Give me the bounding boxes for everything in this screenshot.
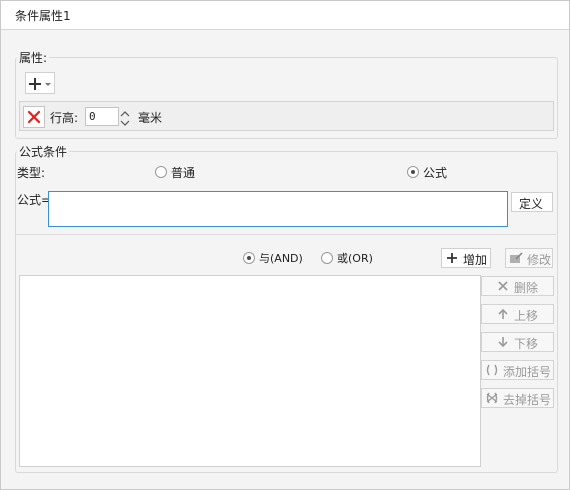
- tab-condition-attribute[interactable]: 条件属性1: [15, 7, 71, 24]
- delete-label: 删除: [514, 281, 539, 295]
- type-normal-label[interactable]: 普通: [171, 164, 195, 181]
- logic-and-label[interactable]: 与(AND): [259, 250, 303, 266]
- row-height-input[interactable]: 0: [85, 107, 119, 126]
- add-bracket-button[interactable]: 添加括号: [481, 360, 554, 380]
- move-down-button[interactable]: 下移: [481, 332, 554, 352]
- move-down-label: 下移: [514, 337, 539, 351]
- chevron-down-icon: [45, 83, 51, 86]
- logic-or-radio[interactable]: [321, 252, 333, 264]
- delete-icon: [498, 281, 508, 291]
- add-bracket-label: 添加括号: [503, 365, 552, 379]
- edit-icon: [510, 252, 523, 263]
- move-up-button[interactable]: 上移: [481, 304, 554, 324]
- type-formula-label[interactable]: 公式: [423, 164, 447, 181]
- remove-attribute-button[interactable]: [23, 106, 45, 128]
- attributes-legend: 属性:: [17, 49, 50, 66]
- spin-down-button[interactable]: [119, 117, 131, 126]
- type-label: 类型:: [17, 166, 46, 180]
- formula-input[interactable]: [48, 191, 508, 227]
- logic-or-label[interactable]: 或(OR): [337, 250, 373, 266]
- remove-bracket-icon: [486, 392, 498, 404]
- plus-icon: [447, 253, 457, 263]
- formula-condition-legend: 公式条件: [17, 143, 70, 160]
- add-condition-label: 增加: [463, 253, 488, 267]
- bracket-icon: [486, 364, 498, 376]
- add-condition-button[interactable]: 增加: [441, 248, 491, 268]
- formula-label: 公式=: [17, 193, 52, 207]
- spin-up-button[interactable]: [119, 107, 131, 117]
- close-icon: [27, 110, 41, 124]
- add-attribute-dropdown-button[interactable]: [25, 72, 55, 94]
- move-up-label: 上移: [514, 309, 539, 323]
- remove-bracket-label: 去掉括号: [503, 393, 552, 407]
- define-button[interactable]: 定义: [511, 192, 553, 212]
- modify-condition-button[interactable]: 修改: [505, 248, 553, 268]
- chevron-down-icon: [120, 120, 130, 126]
- arrow-up-icon: [498, 308, 508, 319]
- define-button-label: 定义: [519, 197, 544, 211]
- modify-condition-label: 修改: [527, 253, 552, 267]
- row-height-label: 行高:: [50, 111, 79, 125]
- type-formula-radio[interactable]: [407, 166, 419, 178]
- arrow-down-icon: [498, 337, 508, 348]
- delete-button[interactable]: 删除: [481, 276, 554, 296]
- row-height-unit: 毫米: [138, 111, 163, 125]
- condition-attribute-panel: 条件属性1 属性: 行高: 0 毫米 公式条件 类型: 普通 公式 公式= 定义: [0, 0, 570, 490]
- logic-and-radio[interactable]: [243, 252, 255, 264]
- remove-bracket-button[interactable]: 去掉括号: [481, 388, 554, 408]
- divider: [15, 234, 556, 235]
- condition-list[interactable]: [19, 275, 481, 467]
- type-normal-radio[interactable]: [155, 166, 167, 178]
- tab-bar: 条件属性1: [1, 1, 569, 30]
